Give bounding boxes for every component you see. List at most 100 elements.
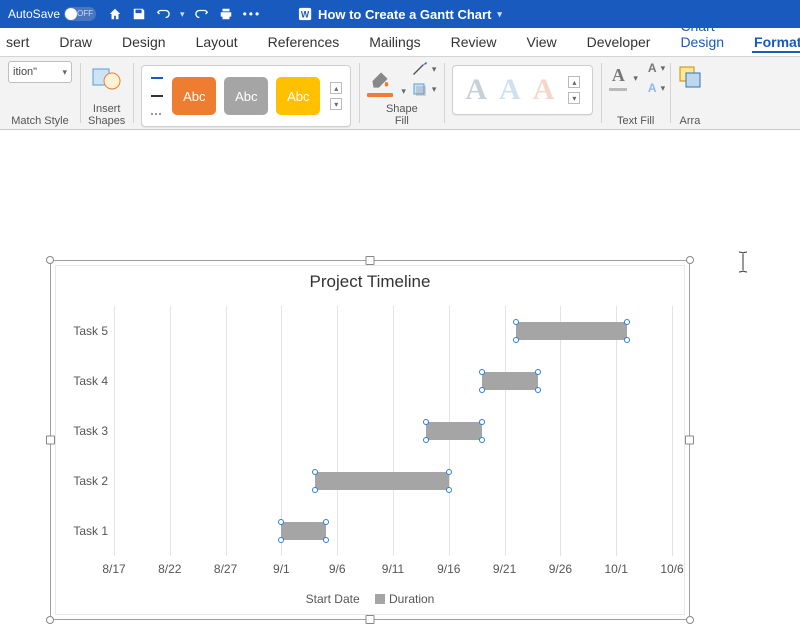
data-point-handle[interactable] xyxy=(278,537,284,543)
more-icon[interactable]: ••• xyxy=(243,7,262,21)
shape-outline-button[interactable] xyxy=(412,61,437,77)
tab-insert[interactable]: sert xyxy=(4,30,31,56)
chart-title[interactable]: Project Timeline xyxy=(56,272,684,292)
data-point-handle[interactable] xyxy=(323,537,329,543)
text-fill-button[interactable]: A xyxy=(609,65,627,91)
shape-style-preset-3[interactable]: Abc xyxy=(276,77,320,115)
resize-handle[interactable] xyxy=(686,616,694,624)
data-point-handle[interactable] xyxy=(535,369,541,375)
arrange-button[interactable] xyxy=(678,61,702,98)
chart-object[interactable]: Project Timeline 8/178/228/279/19/69/119… xyxy=(50,260,690,620)
resize-handle[interactable] xyxy=(46,256,54,264)
ribbon-group-shape-styles: Abc Abc Abc ▴ ▾ xyxy=(133,57,359,129)
resize-handle[interactable] xyxy=(686,256,694,264)
line-style-icon[interactable] xyxy=(150,108,164,120)
x-axis-label: 9/11 xyxy=(382,562,404,576)
tab-format[interactable]: Format xyxy=(752,30,800,56)
insert-shapes-label: Insert Shapes xyxy=(88,103,125,127)
undo-icon[interactable] xyxy=(156,7,170,21)
data-point-handle[interactable] xyxy=(535,387,541,393)
gantt-bar[interactable] xyxy=(281,522,326,540)
wordart-preset-3[interactable]: A xyxy=(533,73,555,107)
shape-fill-button[interactable] xyxy=(367,67,393,97)
line-style-icon[interactable] xyxy=(150,72,164,84)
shape-style-preset-1[interactable]: Abc xyxy=(172,77,216,115)
gallery-up-icon[interactable]: ▴ xyxy=(568,76,580,88)
quick-access-toolbar: ▾ ••• xyxy=(108,7,261,21)
print-icon[interactable] xyxy=(219,7,233,21)
shape-effects-button[interactable] xyxy=(412,81,437,97)
x-axis-label: 10/6 xyxy=(660,562,683,576)
shape-style-preset-2[interactable]: Abc xyxy=(224,77,268,115)
shape-fill-dd-icon[interactable] xyxy=(399,86,406,97)
wordart-preset-2[interactable]: A xyxy=(499,73,521,107)
legend-entry-duration[interactable]: Duration xyxy=(389,592,434,606)
text-fill-dd-icon[interactable] xyxy=(631,73,638,84)
data-point-handle[interactable] xyxy=(479,387,485,393)
wordart-preset-1[interactable]: A xyxy=(465,73,487,107)
gantt-bar[interactable] xyxy=(315,472,449,490)
gantt-bar[interactable] xyxy=(516,322,628,340)
gallery-down-icon[interactable]: ▾ xyxy=(330,98,342,110)
text-effects-button[interactable]: A xyxy=(648,81,662,95)
plot-area[interactable]: 8/178/228/279/19/69/119/169/219/2610/110… xyxy=(114,306,672,556)
text-outline-button[interactable]: A xyxy=(648,61,662,75)
document-area[interactable]: Project Timeline 8/178/228/279/19/69/119… xyxy=(0,130,800,632)
save-icon[interactable] xyxy=(132,7,146,21)
shape-style-gallery[interactable]: Abc Abc Abc ▴ ▾ xyxy=(141,65,351,127)
resize-handle[interactable] xyxy=(366,615,375,624)
data-point-handle[interactable] xyxy=(479,419,485,425)
gridline xyxy=(393,306,394,556)
line-style-icon[interactable] xyxy=(150,90,164,102)
home-icon[interactable] xyxy=(108,7,122,21)
gantt-bar[interactable] xyxy=(482,372,538,390)
resize-handle[interactable] xyxy=(685,436,694,445)
chart-legend[interactable]: Start Date Duration xyxy=(56,592,684,606)
tab-review[interactable]: Review xyxy=(449,30,499,56)
document-title-dd-icon[interactable]: ▾ xyxy=(497,9,502,20)
tab-references[interactable]: References xyxy=(266,30,342,56)
tab-mailings[interactable]: Mailings xyxy=(367,30,422,56)
redo-icon[interactable] xyxy=(195,7,209,21)
gantt-bar[interactable] xyxy=(426,422,482,440)
match-style-button[interactable]: Match Style xyxy=(11,115,68,127)
shape-element-dropdown[interactable]: ition" ▾ xyxy=(8,61,72,83)
svg-text:W: W xyxy=(301,10,310,20)
tab-layout[interactable]: Layout xyxy=(194,30,240,56)
data-point-handle[interactable] xyxy=(513,337,519,343)
data-point-handle[interactable] xyxy=(446,469,452,475)
ribbon-group-wordart: A A A ▴ ▾ xyxy=(444,57,601,129)
autosave-toggle[interactable]: AutoSave OFF xyxy=(8,7,96,21)
tab-draw[interactable]: Draw xyxy=(57,30,94,56)
resize-handle[interactable] xyxy=(366,256,375,265)
legend-entry-start[interactable]: Start Date xyxy=(306,592,360,606)
autosave-state: OFF xyxy=(77,9,93,18)
gallery-up-icon[interactable]: ▴ xyxy=(330,82,342,94)
insert-shapes-button[interactable] xyxy=(90,61,124,98)
undo-dd-icon[interactable]: ▾ xyxy=(180,9,185,20)
document-title[interactable]: W How to Create a Gantt Chart ▾ xyxy=(298,7,502,22)
data-point-handle[interactable] xyxy=(312,487,318,493)
chart-area[interactable]: Project Timeline 8/178/228/279/19/69/119… xyxy=(55,265,685,615)
resize-handle[interactable] xyxy=(46,436,55,445)
tab-developer[interactable]: Developer xyxy=(585,30,653,56)
data-point-handle[interactable] xyxy=(423,437,429,443)
resize-handle[interactable] xyxy=(46,616,54,624)
data-point-handle[interactable] xyxy=(446,487,452,493)
ribbon: ition" ▾ Match Style Insert Shapes Abc A… xyxy=(0,56,800,130)
x-axis-label: 9/21 xyxy=(493,562,516,576)
ribbon-group-arrange: Arra xyxy=(670,57,710,129)
data-point-handle[interactable] xyxy=(513,319,519,325)
data-point-handle[interactable] xyxy=(479,437,485,443)
data-point-handle[interactable] xyxy=(624,337,630,343)
data-point-handle[interactable] xyxy=(624,319,630,325)
autosave-switch[interactable]: OFF xyxy=(64,7,96,21)
y-axis-label: Task 2 xyxy=(73,474,108,488)
tab-view[interactable]: View xyxy=(525,30,559,56)
wordart-gallery[interactable]: A A A ▴ ▾ xyxy=(452,65,593,115)
data-point-handle[interactable] xyxy=(312,469,318,475)
data-point-handle[interactable] xyxy=(323,519,329,525)
gallery-down-icon[interactable]: ▾ xyxy=(568,92,580,104)
x-axis-label: 10/1 xyxy=(605,562,628,576)
tab-design[interactable]: Design xyxy=(120,30,168,56)
